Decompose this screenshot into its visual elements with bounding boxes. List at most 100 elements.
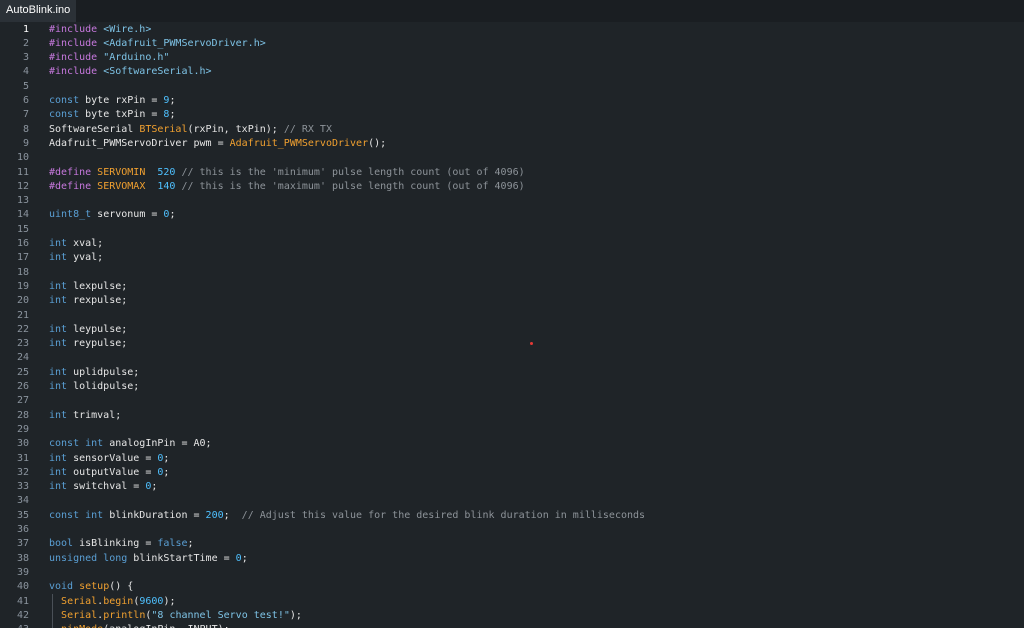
code-token: const [49, 95, 80, 106]
code-line[interactable]: 12 #define SERVOMAX 140 // this is the 'm… [0, 180, 1024, 194]
tab-file[interactable]: AutoBlink.ino [0, 0, 77, 22]
line-number: 12 [16, 180, 29, 192]
code-line[interactable]: 30 const int analogInPin = A0; [0, 437, 1024, 451]
code-line[interactable]: 27 [0, 394, 1024, 408]
code-line[interactable]: 9 Adafruit_PWMServoDriver pwm = Adafruit_… [0, 137, 1024, 151]
code-token: println [103, 609, 146, 621]
code-line[interactable]: 3 #include "Arduino.h" [0, 51, 1024, 65]
code-token: (analogInPin, INPUT); [103, 624, 229, 628]
code-editor[interactable]: 1 #include <Wire.h> 2 #include <Adafruit_PW… [0, 22, 1024, 628]
code-line[interactable]: 29 [0, 423, 1024, 437]
code-token: SoftwareSerial [49, 123, 140, 135]
code-line[interactable]: 38 unsigned long blinkStartTime = 0; [0, 552, 1024, 566]
code-token: reypulse; [67, 338, 128, 350]
code-text: unsigned long blinkStartTime = 0; [49, 552, 248, 566]
code-token: int [49, 409, 68, 421]
code-token: 520 [157, 166, 176, 178]
code-line[interactable]: 24 [0, 351, 1024, 365]
code-token: int [49, 323, 68, 335]
code-line[interactable]: 7 const byte txPin = 8; [0, 108, 1024, 122]
code-line[interactable]: 21 [0, 309, 1024, 323]
cursor-marker [530, 342, 533, 345]
code-text: int reypulse; [49, 337, 127, 351]
code-token: byte rxPin = [79, 95, 164, 106]
code-line[interactable]: 10 [0, 151, 1024, 165]
code-line[interactable]: 8 SoftwareSerial BTSerial(rxPin, txPin); … [0, 123, 1024, 137]
code-line[interactable]: 33 int switchval = 0; [0, 480, 1024, 494]
code-line[interactable]: 19 int lexpulse; [0, 280, 1024, 294]
code-token: #include [49, 37, 104, 49]
code-text: const int blinkDuration = 200; // Adjust… [49, 509, 645, 523]
code-line[interactable]: 6 const byte rxPin = 9; [0, 94, 1024, 108]
code-line[interactable]: 13 [0, 194, 1024, 208]
code-line[interactable]: 41 Serial.begin(9600); [0, 595, 1024, 609]
code-line[interactable]: 22 int leypulse; [0, 323, 1024, 337]
code-line[interactable]: 2 #include <Adafruit_PWMServoDriver.h> [0, 37, 1024, 51]
code-token: // RX TX [283, 123, 332, 135]
code-token: // this is the 'minimum' pulse length co… [175, 166, 525, 178]
code-token: 200 [205, 509, 224, 521]
code-token: int [49, 366, 68, 378]
line-number: 1 [22, 23, 29, 35]
line-number: 6 [22, 95, 29, 106]
code-token: rexpulse; [67, 295, 128, 307]
code-token: Adafruit_PWMServoDriver [229, 137, 369, 149]
line-number: 23 [16, 338, 29, 350]
code-token: Serial [61, 595, 98, 607]
code-token: int [49, 295, 68, 307]
code-token: analogInPin = A0; [103, 438, 212, 450]
code-line[interactable]: 35 const int blinkDuration = 200; // Adju… [0, 509, 1024, 523]
code-token: trimval; [67, 409, 122, 421]
line-number: 5 [22, 80, 29, 92]
line-number: 35 [16, 509, 29, 521]
code-token: <Adafruit_PWMServoDriver.h> [103, 37, 266, 49]
code-token: ; [241, 552, 248, 564]
indent-guide [52, 594, 53, 628]
code-line[interactable]: 15 [0, 223, 1024, 237]
code-line[interactable]: 4 #include <SoftwareSerial.h> [0, 65, 1024, 79]
code-token: int [49, 238, 68, 249]
code-text: int switchval = 0; [49, 480, 157, 494]
code-text: const byte rxPin = 9; [49, 94, 175, 108]
code-token: unsigned long [49, 552, 128, 564]
code-token: const [49, 109, 80, 121]
line-number: 20 [16, 295, 29, 307]
code-text: Serial.begin(9600); [49, 595, 175, 609]
code-line[interactable]: 32 int outputValue = 0; [0, 466, 1024, 480]
line-number: 3 [22, 52, 29, 64]
code-line[interactable]: 39 [0, 566, 1024, 580]
code-token: byte txPin = [79, 109, 164, 121]
line-number: 8 [22, 123, 29, 135]
code-line[interactable]: 34 [0, 494, 1024, 508]
code-line[interactable]: 40 void setup() { [0, 580, 1024, 594]
code-token: BTSerial [139, 123, 188, 135]
code-line[interactable]: 28 int trimval; [0, 409, 1024, 423]
code-line[interactable]: 36 [0, 523, 1024, 537]
code-line[interactable]: 18 [0, 266, 1024, 280]
code-token: blinkStartTime = [127, 552, 236, 564]
code-line[interactable]: 5 [0, 80, 1024, 94]
code-line[interactable]: 25 int uplidpulse; [0, 366, 1024, 380]
line-number: 25 [16, 366, 29, 378]
code-line[interactable]: 26 int lolidpulse; [0, 380, 1024, 394]
code-line[interactable]: 43 pinMode(analogInPin, INPUT); [0, 623, 1024, 628]
code-line[interactable]: 1 #include <Wire.h> [0, 23, 1024, 37]
code-line[interactable]: 11 #define SERVOMIN 520 // this is the 'm… [0, 166, 1024, 180]
code-token: ; [163, 466, 170, 478]
code-token: Adafruit_PWMServoDriver pwm = [49, 137, 230, 149]
code-token: pinMode [61, 624, 103, 628]
code-line[interactable]: 23 int reypulse; [0, 337, 1024, 351]
code-line[interactable]: 14 uint8_t servonum = 0; [0, 208, 1024, 222]
code-token: ); [163, 595, 176, 607]
code-line[interactable]: 37 bool isBlinking = false; [0, 537, 1024, 551]
code-line[interactable]: 42 Serial.println("8 channel Servo test!… [0, 609, 1024, 623]
code-line[interactable]: 20 int rexpulse; [0, 294, 1024, 308]
code-line[interactable]: 17 int yval; [0, 251, 1024, 265]
code-line[interactable]: 16 int xval; [0, 237, 1024, 251]
line-number: 22 [16, 323, 29, 335]
code-line[interactable]: 31 int sensorValue = 0; [0, 452, 1024, 466]
